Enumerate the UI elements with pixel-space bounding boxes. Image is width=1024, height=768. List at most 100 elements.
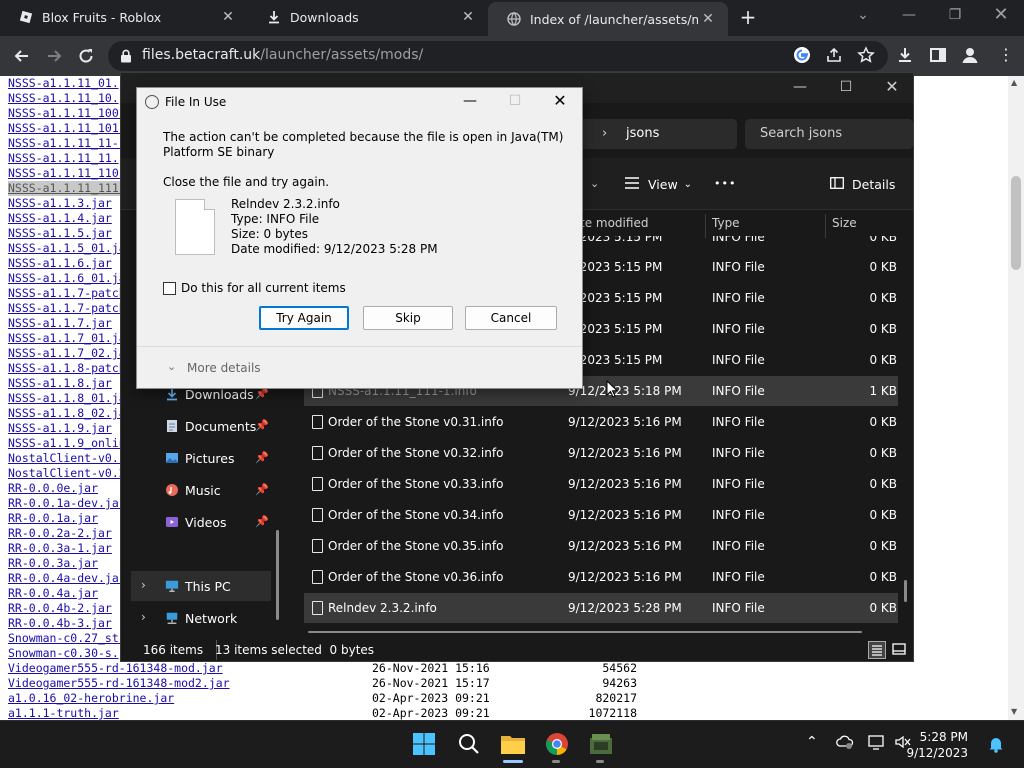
- file-row[interactable]: Order of the Stone v0.32.info 9/12/2023 5…: [304, 438, 898, 468]
- list-scroll-thumb[interactable]: [904, 580, 907, 602]
- pin-icon: 📌: [255, 451, 269, 464]
- forward-button[interactable]: [40, 42, 68, 70]
- apply-all-checkbox[interactable]: [163, 282, 176, 295]
- skip-button[interactable]: Skip: [363, 306, 453, 330]
- nav-item-pictures[interactable]: Pictures 📌: [131, 443, 271, 473]
- dialog-title: File In Use: [165, 95, 227, 109]
- side-panel-icon[interactable]: [929, 46, 947, 67]
- nav-item-this-pc[interactable]: › This PC: [131, 571, 271, 601]
- nav-label: Network: [185, 611, 238, 626]
- chevron-up-icon[interactable]: ⌃: [806, 734, 818, 750]
- column-separator[interactable]: [825, 214, 826, 238]
- restore-button[interactable]: ❐: [932, 0, 978, 32]
- lock-icon[interactable]: [120, 49, 132, 66]
- chevron-down-icon[interactable]: ⌄: [840, 0, 886, 32]
- tab-blox-fruits[interactable]: Blox Fruits - Roblox ✕: [0, 0, 248, 34]
- file-name: Order of the Stone v0.32.info: [328, 446, 504, 460]
- nav-label: This PC: [185, 579, 231, 594]
- search-button[interactable]: [453, 728, 485, 760]
- file-row[interactable]: Relndev 2.3.2.info 9/12/2023 5:28 PM INFO …: [304, 593, 898, 623]
- cloud-icon[interactable]: [836, 734, 854, 754]
- url-text[interactable]: files.betacraft.uk/launcher/assets/mods/: [142, 47, 423, 63]
- file-size: 820217: [595, 691, 637, 705]
- chevron-right-icon[interactable]: ›: [602, 126, 607, 141]
- close-dialog-button[interactable]: ✕: [540, 90, 580, 114]
- details-view-icon[interactable]: [868, 641, 886, 659]
- star-icon[interactable]: [857, 46, 875, 67]
- file-explorer-taskbar-button[interactable]: [497, 728, 529, 760]
- close-window-button[interactable]: ✕: [978, 0, 1024, 32]
- details-button[interactable]: Details: [830, 177, 895, 192]
- scroll-up-icon[interactable]: ▲: [1011, 78, 1017, 87]
- picture-icon: [165, 451, 179, 465]
- close-window-button[interactable]: ✕: [869, 75, 915, 101]
- file-link[interactable]: Videogamer555-rd-161348-mod2.jar: [8, 676, 230, 690]
- checkbox-label[interactable]: Do this for all current items: [181, 281, 346, 295]
- file-link[interactable]: a1.0.16_02-herobrine.jar: [8, 691, 174, 705]
- nav-scroll-thumb[interactable]: [276, 530, 279, 620]
- breadcrumb-folder[interactable]: jsons: [626, 126, 659, 141]
- system-clock[interactable]: 5:28 PM 9/12/2023: [906, 729, 968, 761]
- pin-icon: 📌: [255, 515, 269, 528]
- file-link[interactable]: a1.1.1-truth.jar: [8, 706, 119, 720]
- tab-index-mods[interactable]: Index of /launcher/assets/mods/ ✕: [488, 2, 728, 36]
- column-header-size[interactable]: Size: [832, 216, 857, 236]
- file-row[interactable]: Order of the Stone v0.36.info 9/12/2023 5…: [304, 562, 898, 592]
- minimize-button[interactable]: —: [886, 0, 932, 32]
- tab-downloads[interactable]: Downloads ✕: [248, 0, 488, 34]
- scroll-down-icon[interactable]: ▼: [1011, 707, 1017, 716]
- page-scroll-thumb[interactable]: [1011, 176, 1021, 270]
- running-indicator: [596, 760, 604, 763]
- back-button[interactable]: [8, 42, 36, 70]
- file-size: Size: 0 bytes: [231, 227, 308, 241]
- menu-icon[interactable]: ⋮: [998, 46, 1014, 64]
- column-header-type[interactable]: Type: [712, 216, 740, 236]
- file-row[interactable]: Order of the Stone v0.35.info 9/12/2023 5…: [304, 531, 898, 561]
- file-link[interactable]: Videogamer555-rd-161348-mod.jar: [8, 661, 223, 675]
- arrow-right-icon: [48, 50, 62, 62]
- minecraft-launcher-taskbar-button[interactable]: [585, 728, 617, 760]
- column-separator[interactable]: [705, 214, 706, 238]
- page-scrollbar[interactable]: [1008, 76, 1024, 720]
- file-row[interactable]: Order of the Stone v0.33.info 9/12/2023 5…: [304, 469, 898, 499]
- more-options-button[interactable]: •••: [714, 177, 736, 190]
- google-icon[interactable]: [793, 46, 811, 67]
- chevron-down-icon[interactable]: ⌄: [167, 360, 176, 373]
- notification-bell-icon[interactable]: [988, 735, 1004, 756]
- more-details-toggle[interactable]: More details: [187, 361, 261, 375]
- monitor-icon[interactable]: [868, 734, 886, 754]
- nav-label: Downloads: [185, 387, 254, 402]
- chrome-taskbar-button[interactable]: [541, 728, 573, 760]
- nav-label: Music: [185, 483, 221, 498]
- column-header-date-modified[interactable]: te modified: [580, 216, 648, 236]
- nav-item-music[interactable]: Music 📌: [131, 475, 271, 505]
- view-button[interactable]: View ⌄: [624, 177, 692, 192]
- close-icon[interactable]: ✕: [698, 11, 718, 27]
- new-tab-button[interactable]: +: [736, 6, 760, 30]
- cancel-button[interactable]: Cancel: [465, 306, 557, 330]
- nav-item-videos[interactable]: Videos 📌: [131, 507, 271, 537]
- chevron-right-icon[interactable]: ›: [141, 610, 146, 624]
- close-icon[interactable]: ✕: [218, 9, 238, 25]
- nav-item-documents[interactable]: Documents 📌: [131, 411, 271, 441]
- minimize-button[interactable]: —: [777, 75, 823, 101]
- maximize-button[interactable]: ☐: [823, 75, 869, 101]
- chevron-down-icon[interactable]: ⌄: [590, 177, 599, 190]
- file-row[interactable]: Order of the Stone v0.31.info 9/12/2023 5…: [304, 407, 898, 437]
- tiles-view-icon[interactable]: [891, 641, 909, 659]
- reload-button[interactable]: [72, 42, 100, 70]
- download-icon[interactable]: [896, 46, 914, 67]
- close-icon[interactable]: ✕: [458, 9, 478, 25]
- chevron-right-icon[interactable]: ›: [141, 578, 146, 592]
- start-button[interactable]: [408, 728, 440, 760]
- file-date: 9/12/2023 5:16 PM: [568, 446, 682, 460]
- message-line: Platform SE binary: [163, 145, 275, 159]
- file-row[interactable]: Order of the Stone v0.34.info 9/12/2023 5…: [304, 500, 898, 530]
- file-date: 26-Nov-2021 15:17: [372, 676, 490, 690]
- try-again-button[interactable]: Try Again: [259, 306, 349, 330]
- minimize-button[interactable]: —: [450, 90, 490, 114]
- horizontal-scroll-thumb[interactable]: [308, 631, 862, 633]
- profile-icon[interactable]: [960, 45, 980, 68]
- share-icon[interactable]: [825, 46, 843, 67]
- nav-item-network[interactable]: › Network: [131, 603, 271, 633]
